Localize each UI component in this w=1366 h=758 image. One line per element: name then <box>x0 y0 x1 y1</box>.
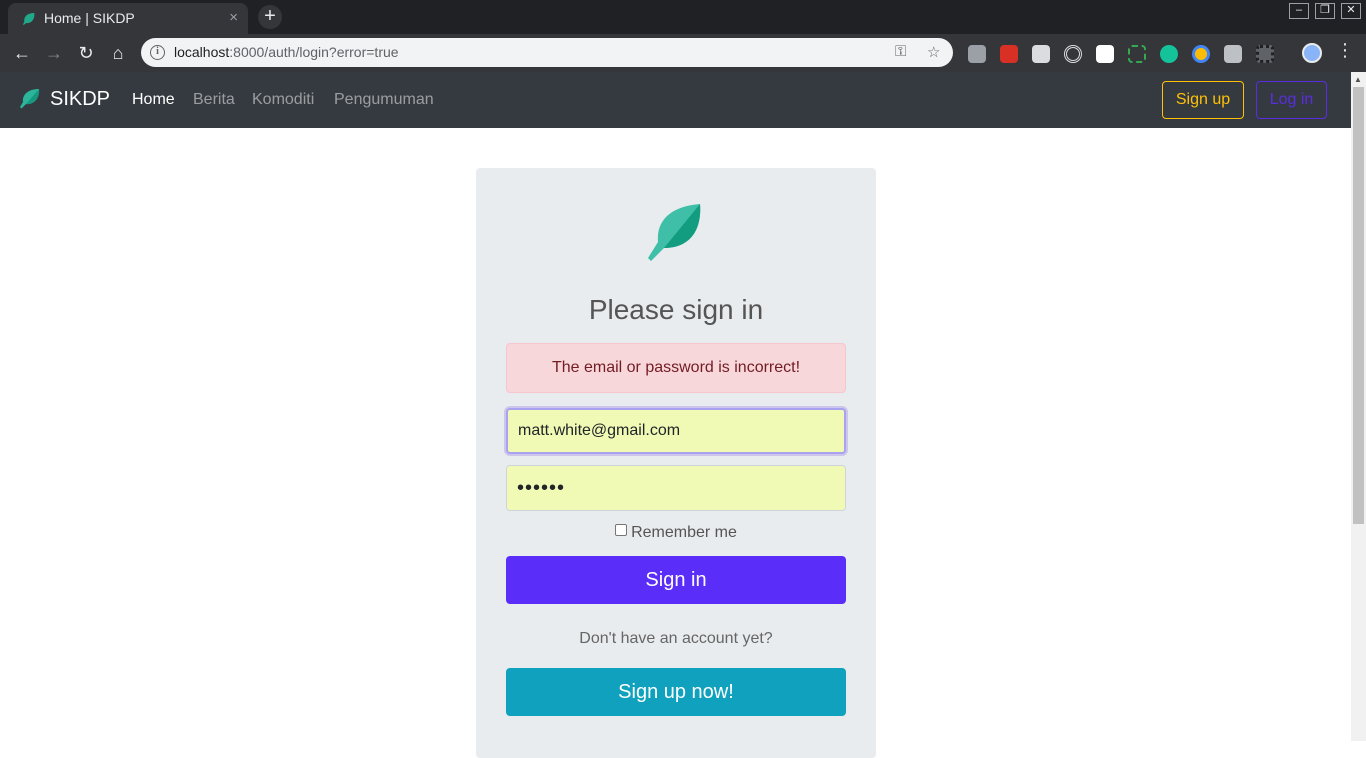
address-bar[interactable]: i localhost:8000/auth/login?error=true ⚿… <box>141 38 953 67</box>
cube-icon[interactable] <box>1032 45 1050 63</box>
page-scrollbar[interactable]: ▲ <box>1351 72 1366 741</box>
signup-now-button[interactable]: Sign up now! <box>506 668 846 716</box>
site-info-icon[interactable]: i <box>150 45 165 60</box>
tag-icon[interactable] <box>1096 45 1114 63</box>
remember-checkbox[interactable] <box>615 524 628 536</box>
bulb-icon[interactable] <box>1224 45 1242 63</box>
nav-link-berita[interactable]: Berita <box>193 91 235 109</box>
close-window-button[interactable]: ✕ <box>1341 3 1361 19</box>
tab-title: Home | SIKDP <box>44 10 135 26</box>
new-tab-button[interactable]: + <box>258 5 282 29</box>
remember-label: Remember me <box>631 524 737 541</box>
remember-me[interactable]: Remember me <box>476 524 876 542</box>
brand-name: SIKDP <box>50 87 111 110</box>
leaf-icon <box>23 13 35 25</box>
url-text: localhost:8000/auth/login?error=true <box>174 44 399 60</box>
forward-icon[interactable]: → <box>42 41 66 65</box>
qr-icon[interactable] <box>1256 45 1274 63</box>
grammarly-icon[interactable] <box>1160 45 1178 63</box>
chrome-icon[interactable] <box>1192 45 1210 63</box>
signup-button[interactable]: Sign up <box>1162 81 1244 119</box>
signin-button[interactable]: Sign in <box>506 556 846 604</box>
santa-icon[interactable] <box>1000 45 1018 63</box>
scrollbar-thumb[interactable] <box>1353 87 1364 524</box>
nav-link-komoditi[interactable]: Komoditi <box>252 91 314 109</box>
nav-link-home[interactable]: Home <box>132 91 175 109</box>
site-navbar: SIKDP Home Berita Komoditi Pengumuman Si… <box>0 72 1351 128</box>
home-icon[interactable]: ⌂ <box>106 41 130 65</box>
target-icon[interactable] <box>1064 45 1082 63</box>
minimize-button[interactable]: – <box>1289 3 1309 19</box>
screenshot-icon[interactable] <box>1128 45 1146 63</box>
browser-tab[interactable]: Home | SIKDP × <box>8 3 248 34</box>
leaf-logo-icon <box>648 204 701 261</box>
login-card: Please sign in The email or password is … <box>476 168 876 758</box>
login-button[interactable]: Log in <box>1256 81 1327 119</box>
page-title: Please sign in <box>588 294 764 325</box>
password-field[interactable] <box>506 465 846 511</box>
browser-tabstrip: Home | SIKDP × + – ❐ ✕ <box>0 0 1366 34</box>
no-account-text: Don't have an account yet? <box>579 630 773 647</box>
email-field[interactable] <box>506 408 846 454</box>
puzzle-icon[interactable] <box>968 45 986 63</box>
profile-avatar[interactable] <box>1302 43 1322 63</box>
leaf-icon <box>20 89 40 109</box>
tab-close-icon[interactable]: × <box>229 9 238 26</box>
nav-link-pengumuman[interactable]: Pengumuman <box>334 91 434 109</box>
reload-icon[interactable]: ↻ <box>74 41 98 65</box>
error-alert: The email or password is incorrect! <box>506 343 846 393</box>
star-icon[interactable]: ☆ <box>927 43 940 61</box>
back-icon[interactable]: ← <box>10 41 34 65</box>
menu-kebab-icon[interactable]: ⋮ <box>1336 40 1354 61</box>
restore-button[interactable]: ❐ <box>1315 3 1335 19</box>
scroll-up-icon[interactable]: ▲ <box>1354 75 1362 84</box>
brand[interactable]: SIKDP <box>18 87 110 111</box>
key-icon[interactable]: ⚿ <box>895 43 906 60</box>
